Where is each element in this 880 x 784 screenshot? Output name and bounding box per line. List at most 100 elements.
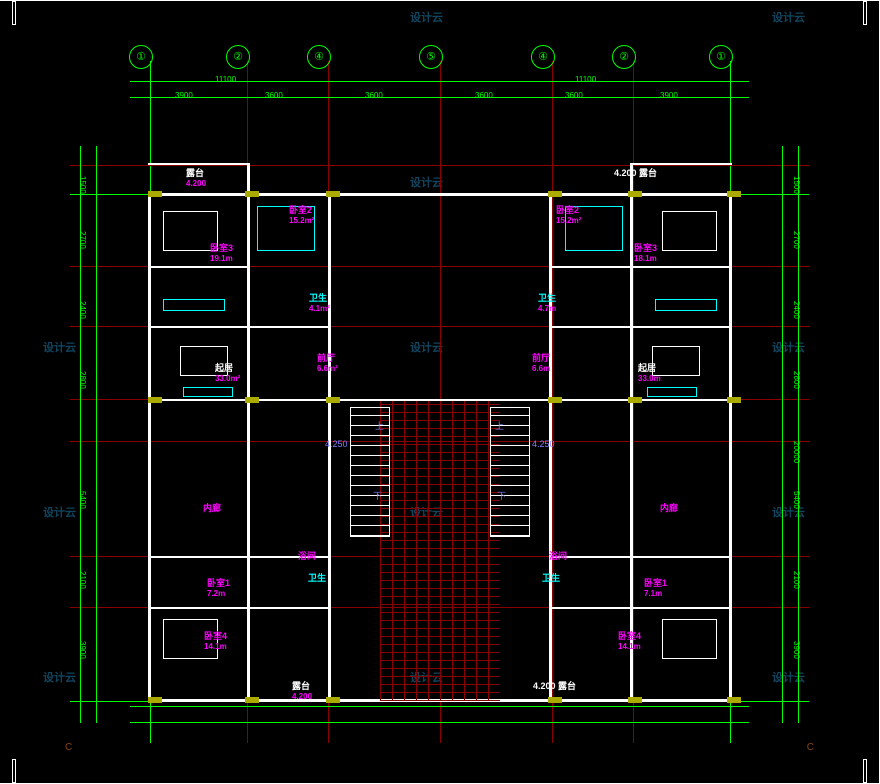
column-marker: [727, 397, 741, 403]
room-label: 前厅6.6m²: [317, 351, 338, 373]
dimension-text: 3900: [792, 641, 801, 659]
room-label: 卧室215.2m²: [556, 203, 581, 225]
column-marker: [548, 697, 562, 703]
central-stair-hatch: [380, 401, 500, 701]
watermark-text: 设计云: [772, 9, 805, 25]
room-label: 浴间: [549, 549, 567, 562]
elevation-label: 4.250: [532, 439, 555, 449]
grid-bubble: ④: [307, 45, 331, 69]
room-label: 浴间: [298, 549, 316, 562]
sofa: [183, 387, 233, 397]
grid-bubble: ②: [226, 45, 250, 69]
column-marker: [326, 191, 340, 197]
room-label: 卧室318.1m: [634, 241, 657, 263]
column-marker: [548, 191, 562, 197]
room-label: 前厅6.6m: [532, 351, 550, 373]
room-label: 露台4.200: [186, 166, 206, 188]
notch-bottom-left: [12, 759, 16, 783]
dimension-text: 2400: [792, 301, 801, 319]
dim-line: [130, 97, 749, 98]
dimension-text: 2700: [792, 231, 801, 249]
column-marker: [245, 697, 259, 703]
column-marker: [628, 397, 642, 403]
dimension-text: 5400: [792, 491, 801, 509]
corner-mark: C: [807, 742, 814, 753]
sofa: [647, 387, 697, 397]
dimension-text: 5400: [78, 491, 87, 509]
dimension-text: 3600: [565, 91, 583, 100]
elevation-label: 下: [497, 489, 506, 502]
grid-line-horizontal: [70, 165, 809, 166]
room-label: 卫生: [542, 571, 560, 584]
column-marker: [148, 397, 162, 403]
elevation-label: 上: [495, 419, 504, 432]
column-marker: [245, 191, 259, 197]
notch-top-left: [12, 1, 16, 25]
room-label: 4.200 露台: [614, 166, 657, 179]
column-marker: [628, 191, 642, 197]
room-label: 露台4.200: [292, 679, 312, 701]
room-label: 卧室17.1m: [644, 576, 667, 598]
column-marker: [628, 697, 642, 703]
room-label: 内廊: [660, 501, 678, 514]
dimension-text: 1500: [792, 176, 801, 194]
column-marker: [148, 191, 162, 197]
dimension-text: 3600: [265, 91, 283, 100]
dim-line: [130, 706, 749, 707]
bed: [662, 619, 717, 659]
watermark-text: 设计云: [43, 339, 76, 355]
grid-bubble: ⑤: [419, 45, 443, 69]
dimension-text: 20000: [792, 441, 801, 463]
dimension-text: 2800: [78, 371, 87, 389]
watermark-text: 设计云: [410, 9, 443, 25]
dimension-text: 2700: [78, 231, 87, 249]
room-label: 卧室17.2m: [207, 576, 230, 598]
dimension-text: 3600: [365, 91, 383, 100]
room-label: 起居33.0m²: [215, 361, 240, 383]
dimension-text: 2800: [792, 371, 801, 389]
watermark-text: 设计云: [772, 339, 805, 355]
elevation-label: 4.250: [325, 439, 348, 449]
column-marker: [727, 191, 741, 197]
grid-bubble: ①: [709, 45, 733, 69]
cad-floorplan: 设计云设计云设计云设计云设计云设计云设计云设计云设计云设计云设计云设计云 ①②④…: [0, 0, 880, 784]
column-marker: [727, 697, 741, 703]
dimension-text: 11100: [215, 75, 236, 84]
watermark-text: 设计云: [410, 174, 443, 190]
column-marker: [326, 697, 340, 703]
column-marker: [548, 397, 562, 403]
room-label: 卧室414.1m: [618, 629, 641, 651]
room-label: 卧室319.1m: [210, 241, 233, 263]
dimension-text: 2100: [78, 571, 87, 589]
notch-bottom-right: [863, 759, 867, 783]
grid-bubble: ①: [129, 45, 153, 69]
watermark-text: 设计云: [43, 669, 76, 685]
room-label: 卧室215.2m²: [289, 203, 314, 225]
dimension-text: 3900: [660, 91, 678, 100]
room-label: 卫生: [308, 571, 326, 584]
column-marker: [148, 697, 162, 703]
notch-top-right: [863, 1, 867, 25]
room-label: 卫生4.1m²: [309, 291, 330, 313]
column-marker: [245, 397, 259, 403]
room-label: 内廊: [203, 501, 221, 514]
elevation-label: 上: [375, 419, 384, 432]
elevation-label: 下: [373, 489, 382, 502]
watermark-text: 设计云: [772, 669, 805, 685]
dimension-text: 2100: [792, 571, 801, 589]
dimension-text: 1500: [78, 176, 87, 194]
wardrobe: [655, 299, 717, 311]
dimension-text: 2400: [78, 301, 87, 319]
watermark-text: 设计云: [410, 339, 443, 355]
bed: [662, 211, 717, 251]
corner-mark: C: [65, 742, 72, 753]
wardrobe: [163, 299, 225, 311]
room-label: 卧室414.1m: [204, 629, 227, 651]
column-marker: [326, 397, 340, 403]
dimension-text: 3900: [175, 91, 193, 100]
dimension-text: 11100: [575, 75, 596, 84]
grid-bubble: ④: [531, 45, 555, 69]
dimension-text: 3900: [78, 641, 87, 659]
watermark-text: 设计云: [43, 504, 76, 520]
dim-line: [782, 146, 783, 723]
